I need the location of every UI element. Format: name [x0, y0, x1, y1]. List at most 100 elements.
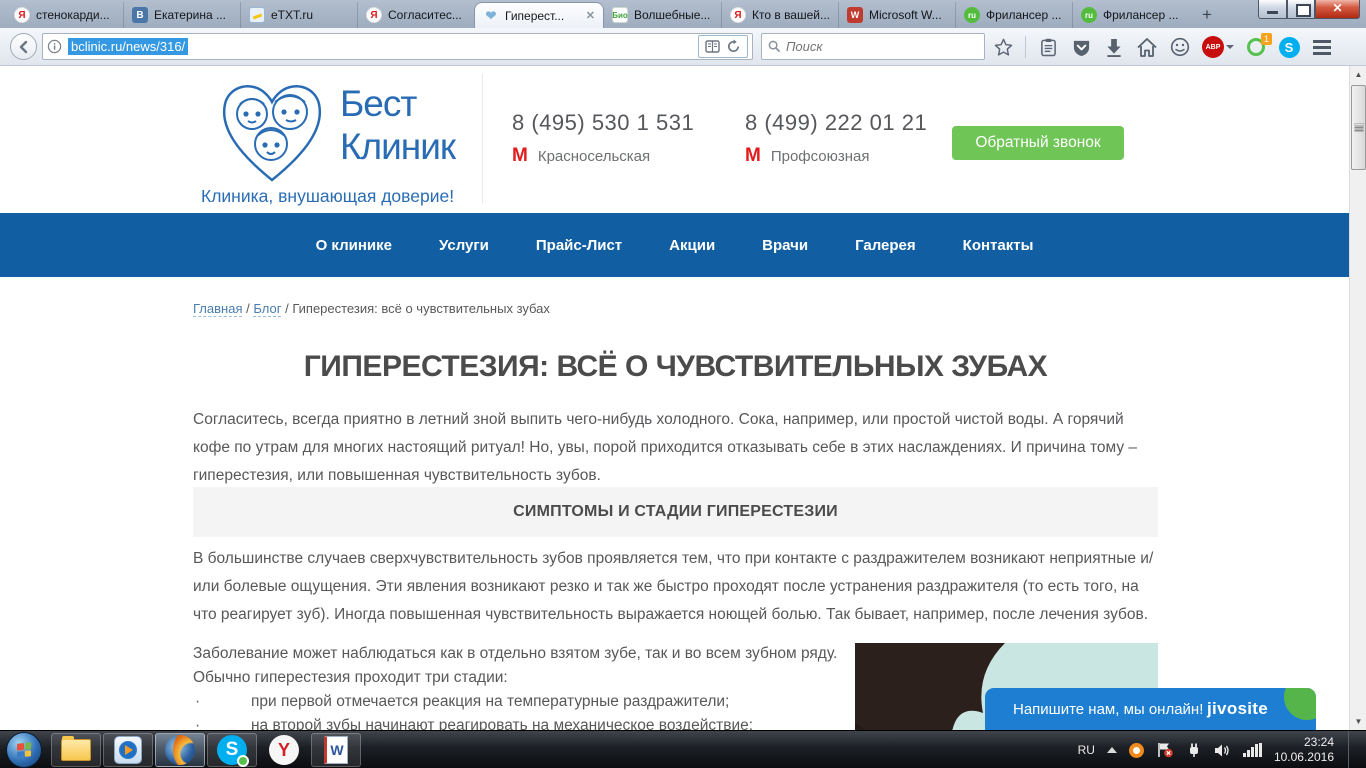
clock-date: 10.06.2016 — [1273, 750, 1334, 764]
url-selected-text[interactable]: bclinic.ru/news/316/ — [68, 38, 189, 55]
language-indicator[interactable]: RU — [1078, 743, 1095, 757]
flru-icon: ru — [1081, 7, 1097, 23]
scrollbar-thumb[interactable] — [1351, 85, 1366, 170]
bookmark-star-button[interactable] — [992, 36, 1014, 58]
window-close-button[interactable] — [1315, 0, 1360, 19]
network-signal-icon[interactable] — [1242, 743, 1262, 757]
adblock-plus-button[interactable]: ABP — [1202, 36, 1234, 58]
chat-message: Напишите нам, мы онлайн! — [1013, 700, 1204, 718]
power-plug-icon[interactable] — [1186, 742, 1202, 758]
jivosite-logo: jivosite — [1207, 699, 1268, 718]
downloads-button[interactable] — [1103, 36, 1125, 58]
yandex-icon: Я — [366, 7, 382, 23]
phone-number-2: 8 (499) 222 01 21 — [745, 110, 928, 135]
phone-block-2: 8 (499) 222 01 21 М Профсоюзная — [745, 110, 927, 167]
back-arrow-icon — [19, 40, 27, 53]
logo-line1: Бест — [340, 83, 417, 124]
tab-ekaterina[interactable]: В Екатерина ... — [123, 2, 240, 28]
feedback-smiley-button[interactable] — [1169, 36, 1191, 58]
tab-kto-v-vashey[interactable]: Я Кто в вашей... — [721, 2, 838, 28]
tab-label: стенокарди... — [36, 8, 110, 22]
reload-icon[interactable] — [726, 39, 741, 54]
metro-station-2: Профсоюзная — [770, 147, 870, 165]
metro-icon: М — [745, 145, 761, 166]
breadcrumb-home-link[interactable]: Главная — [193, 301, 243, 317]
reader-mode-icon[interactable] — [705, 40, 720, 53]
jivosite-chat-widget[interactable]: Напишите нам, мы онлайн! jivosite — [985, 688, 1316, 730]
home-button[interactable] — [1136, 36, 1158, 58]
tab-volshebnye[interactable]: Био Волшебные... — [604, 2, 721, 28]
address-bar[interactable]: bclinic.ru/news/316/ — [42, 33, 753, 60]
browser-tab-bar: Я стенокарди... В Екатерина ... eTXT.ru … — [0, 0, 1366, 28]
tab-freelancer-1[interactable]: ru Фрилансер ... — [955, 2, 1072, 28]
nav-item-gallery[interactable]: Галерея — [855, 237, 916, 254]
avira-tray-icon[interactable] — [1128, 742, 1144, 758]
yandex-icon: Я — [14, 7, 30, 23]
paragraph-3-line-1: Заболевание может наблюдаться как в отде… — [193, 645, 838, 662]
taskbar-skype-button[interactable]: S — [207, 733, 257, 767]
breadcrumb-blog-link[interactable]: Блог — [253, 301, 282, 317]
scroll-up-arrow[interactable]: ▲ — [1350, 66, 1366, 83]
scroll-down-arrow[interactable]: ▼ — [1350, 713, 1366, 730]
bestclinic-logo-heart-icon[interactable] — [212, 72, 332, 190]
breadcrumb-separator: / — [285, 301, 289, 316]
show-desktop-button[interactable] — [1348, 731, 1356, 768]
taskbar-yandex-button[interactable]: Y — [259, 733, 309, 767]
pocket-shield-icon — [1073, 40, 1089, 56]
tab-etxt[interactable]: eTXT.ru — [240, 2, 357, 28]
tab-giperest-active[interactable]: ❤ Гиперест... ✕ — [474, 2, 604, 28]
paragraph-3-line-2: Обычно гиперестезия проходит три стадии: — [193, 669, 508, 686]
tab-microsoft-word[interactable]: W Microsoft W... — [838, 2, 955, 28]
tab-label: eTXT.ru — [271, 8, 314, 22]
callback-button[interactable]: Обратный звонок — [952, 126, 1124, 160]
vertical-scrollbar[interactable]: ▲ ▼ — [1349, 66, 1366, 730]
media-player-icon — [114, 736, 142, 764]
tab-stenokardi[interactable]: Я стенокарди... — [6, 2, 123, 28]
taskbar-mediaplayer-button[interactable] — [103, 733, 153, 767]
section-header-box: СИМПТОМЫ И СТАДИИ ГИПЕРЕСТЕЗИИ — [193, 487, 1158, 537]
nav-item-pricelist[interactable]: Прайс-Лист — [536, 237, 622, 254]
word-app-icon: W — [324, 736, 348, 764]
window-restore-button[interactable] — [1287, 0, 1315, 19]
search-bar[interactable] — [761, 33, 985, 60]
pocket-button[interactable] — [1070, 36, 1092, 58]
site-tagline: Клиника, внушающая доверие! — [201, 186, 455, 206]
word-icon: W — [847, 7, 863, 23]
taskbar-explorer-button[interactable] — [51, 733, 101, 767]
tab-soglasites[interactable]: Я Согласитес... — [357, 2, 474, 28]
toolbar-separator — [1025, 36, 1026, 58]
star-icon — [994, 38, 1012, 56]
site-header: Бест Клиник Клиника, внушающая доверие! … — [0, 66, 1349, 213]
tab-close-icon[interactable]: ✕ — [586, 9, 595, 22]
site-logo-text[interactable]: Бест Клиник — [340, 82, 456, 168]
firefox-icon — [165, 735, 195, 765]
site-info-icon[interactable] — [47, 39, 62, 54]
window-minimize-button[interactable] — [1258, 0, 1287, 19]
taskbar-firefox-button[interactable] — [155, 733, 205, 767]
article-paragraph-3: Заболевание может наблюдаться как в отде… — [193, 642, 848, 730]
back-button[interactable] — [10, 33, 37, 60]
tab-label: Волшебные... — [634, 8, 711, 22]
tab-freelancer-2[interactable]: ru Фрилансер ... — [1072, 2, 1189, 28]
menu-button[interactable] — [1311, 36, 1333, 58]
start-button[interactable] — [6, 732, 42, 768]
nav-item-services[interactable]: Услуги — [439, 237, 489, 254]
taskbar-word-button[interactable]: W — [311, 733, 361, 767]
new-tab-button[interactable]: + — [1192, 4, 1222, 26]
nav-item-promos[interactable]: Акции — [669, 237, 715, 254]
action-center-flag-icon[interactable] — [1156, 742, 1174, 758]
tab-label: Фрилансер ... — [1103, 8, 1179, 22]
skype-extension-button[interactable]: S — [1278, 36, 1300, 58]
taskbar-clock[interactable]: 23:24 10.06.2016 — [1274, 735, 1334, 765]
volume-icon[interactable] — [1214, 743, 1231, 758]
bookmarks-menu-button[interactable] — [1037, 36, 1059, 58]
list-item: · при первой отмечается реакция на темпе… — [193, 690, 848, 714]
search-input[interactable] — [786, 39, 956, 54]
tray-expand-icon[interactable] — [1106, 747, 1117, 753]
extension-notification-button[interactable]: 1 — [1245, 33, 1272, 58]
nav-item-about[interactable]: О клинике — [316, 237, 392, 254]
breadcrumb-separator: / — [246, 301, 250, 316]
nav-item-contacts[interactable]: Контакты — [963, 237, 1034, 254]
nav-item-doctors[interactable]: Врачи — [762, 237, 808, 254]
tab-label: Фрилансер ... — [986, 8, 1062, 22]
